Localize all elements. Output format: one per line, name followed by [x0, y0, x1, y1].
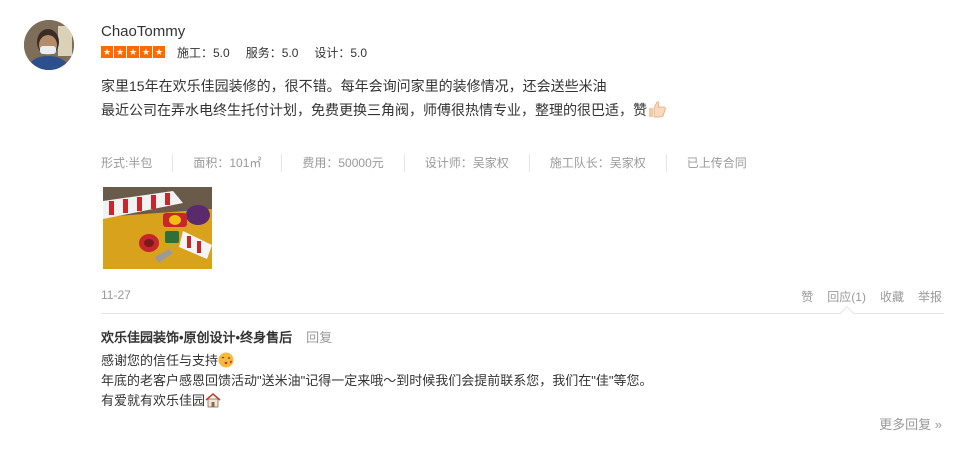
- avatar[interactable]: [24, 20, 74, 70]
- kiss-face-icon: [218, 352, 234, 368]
- rating-row: ★ ★ ★ ★ ★ 施工：5.0 服务：5.0 设计：5.0: [101, 44, 383, 60]
- reply-line: 年底的老客户感恩回馈活动"送米油"记得一定来哦～到时候我们会提前联系您，我们在"…: [101, 373, 653, 388]
- meta-team-lead: 施工队长：吴家权: [528, 154, 666, 172]
- review-line: 家里15年在欢乐佳园装修的，很不错。每年会询问家里的装修情况，还会送些米油: [101, 78, 607, 94]
- username[interactable]: ChaoTommy: [101, 23, 185, 40]
- project-meta: 形式:半包 面积：101㎡ 费用：50000元 设计师：吴家权 施工队长：吴家权…: [101, 154, 767, 172]
- review-actions: 赞 回应(1) 收藏 举报: [801, 288, 942, 305]
- reply-line: 有爱就有欢乐佳园: [101, 391, 652, 411]
- reply-author[interactable]: 欢乐佳园装饰•原创设计•终身售后: [101, 327, 292, 346]
- reply-text: 感谢您的信任与支持 年底的老客户感恩回馈活动"送米油"记得一定来哦～到时候我们会…: [101, 351, 652, 411]
- more-replies-link[interactable]: 更多回复 »: [879, 414, 942, 433]
- reply-pointer: [839, 305, 855, 321]
- divider: [101, 313, 944, 314]
- star-icon: ★: [127, 46, 139, 58]
- meta-type: 形式:半包: [101, 156, 153, 170]
- score-design: 设计：5.0: [314, 45, 368, 60]
- score-construction: 施工：5.0: [177, 45, 230, 60]
- reply-line: 感谢您的信任与支持: [101, 351, 652, 371]
- review-line: 最近公司在弄水电终生托付计划，免费更换三角阀，师傅很热情专业，整理的很巴适，赞: [101, 98, 667, 122]
- review-text: 家里15年在欢乐佳园装修的，很不错。每年会询问家里的装修情况，还会送些米油 最近…: [101, 74, 667, 122]
- house-icon: [205, 392, 221, 408]
- star-icon: ★: [114, 46, 126, 58]
- reply-header: 欢乐佳园装饰•原创设计•终身售后 回复: [101, 327, 332, 346]
- star-icon: ★: [153, 46, 165, 58]
- favorite-button[interactable]: 收藏: [880, 288, 904, 305]
- review-photo[interactable]: [103, 187, 212, 269]
- report-button[interactable]: 举报: [918, 288, 942, 305]
- meta-designer: 设计师：吴家权: [403, 154, 529, 172]
- star-rating: ★ ★ ★ ★ ★: [101, 46, 165, 58]
- meta-area: 面积：101㎡: [172, 154, 281, 172]
- star-icon: ★: [101, 46, 113, 58]
- review-date: 11-27: [101, 288, 131, 302]
- star-icon: ★: [140, 46, 152, 58]
- reply-button[interactable]: 回应(1): [827, 288, 866, 305]
- thumbs-up-icon: [647, 99, 667, 119]
- score-service: 服务：5.0: [245, 45, 299, 60]
- meta-cost: 费用：50000元: [281, 154, 403, 172]
- meta-contract: 已上传合同: [665, 154, 767, 172]
- like-button[interactable]: 赞: [801, 288, 813, 305]
- reply-label: 回复: [306, 330, 333, 345]
